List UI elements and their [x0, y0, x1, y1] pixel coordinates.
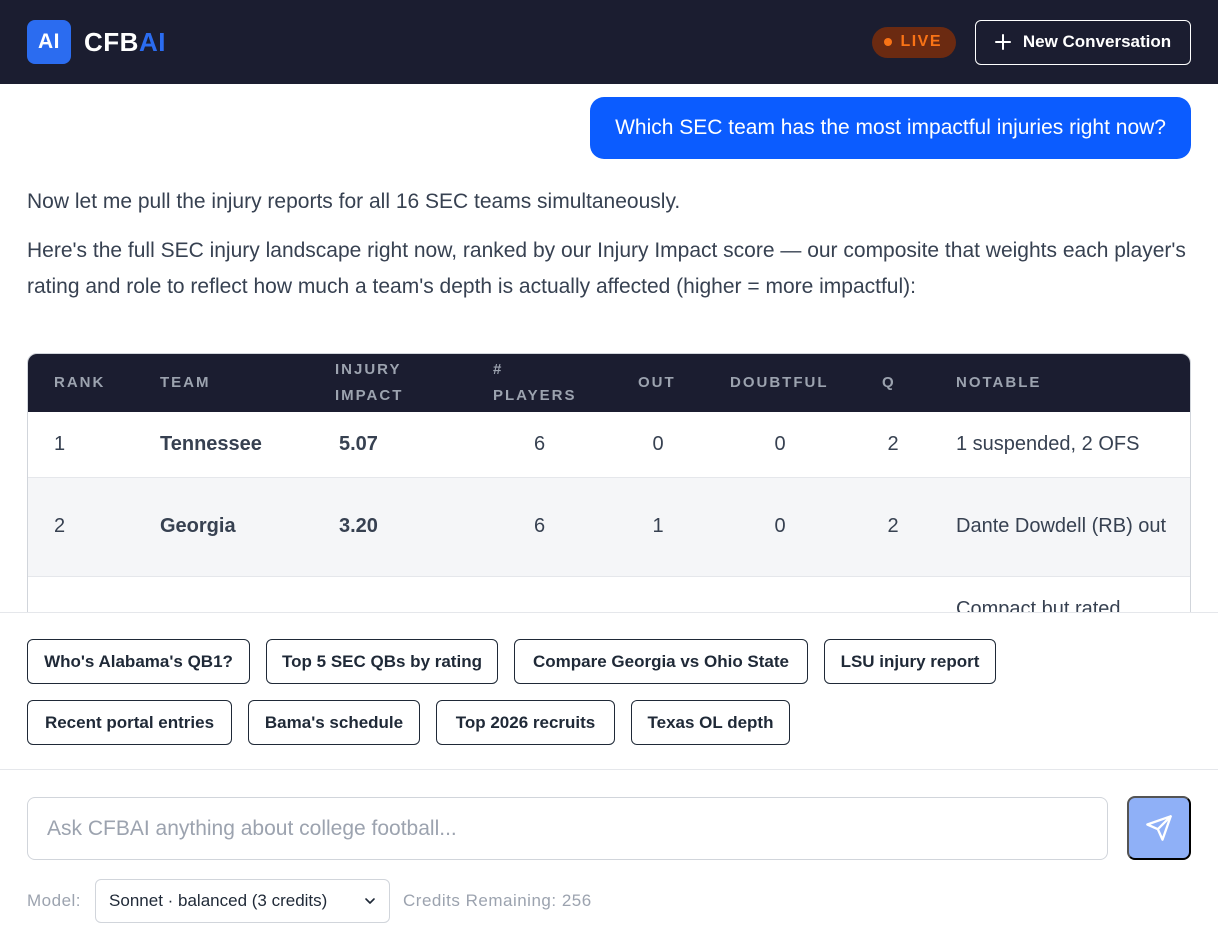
- col-header-injury-impact[interactable]: INJURY IMPACT: [309, 354, 467, 412]
- model-label: Model:: [27, 891, 82, 910]
- col-header-q[interactable]: Q: [856, 354, 930, 412]
- col-header-doubtful[interactable]: DOUBTFUL: [704, 354, 856, 412]
- model-selected-value: Sonnet · balanced (3 credits): [109, 891, 328, 910]
- chat-thread[interactable]: Which SEC team has the most impactful in…: [0, 84, 1218, 612]
- live-dot-icon: [884, 38, 893, 46]
- cell-impact: 5.07: [309, 412, 467, 478]
- brand[interactable]: AI CFBAI: [27, 20, 166, 64]
- col-header-players[interactable]: # PLAYERS: [467, 354, 612, 412]
- cell-rank: 1: [28, 412, 134, 478]
- assistant-detail-text: Here's the full SEC injury landscape rig…: [27, 239, 1186, 298]
- chat-input[interactable]: [47, 816, 1088, 841]
- cell-doubtful: [704, 576, 856, 612]
- table-row: 1 Tennessee 5.07 6 0 0 2 1 suspended, 2 …: [28, 412, 1190, 478]
- cell-notable: Compact but rated: [930, 576, 1190, 612]
- col-header-notable[interactable]: NOTABLE: [930, 354, 1190, 412]
- live-badge: LIVE: [872, 26, 956, 58]
- live-label: LIVE: [900, 33, 942, 50]
- cell-q: [856, 576, 930, 612]
- cell-q: 2: [856, 477, 930, 577]
- col-header-rank[interactable]: RANK: [28, 354, 134, 412]
- cell-impact: 3.20: [309, 477, 467, 577]
- send-button[interactable]: [1127, 796, 1191, 860]
- cell-doubtful: 0: [704, 477, 856, 577]
- cell-notable: Dante Dowdell (RB) out: [930, 477, 1190, 577]
- cell-rank: 2: [28, 477, 134, 577]
- chevron-down-icon: [365, 898, 375, 904]
- credits-remaining: Credits Remaining: 256: [403, 891, 592, 910]
- col-header-impact-line1: INJURY: [335, 361, 402, 378]
- cell-team: [134, 576, 309, 612]
- model-select[interactable]: Sonnet · balanced (3 credits): [95, 879, 391, 923]
- suggestion-chip[interactable]: LSU injury report: [824, 639, 996, 684]
- cell-notable: 1 suspended, 2 OFS: [930, 412, 1190, 478]
- suggestion-chip[interactable]: Top 5 SEC QBs by rating: [266, 639, 498, 684]
- cell-team: Tennessee: [134, 412, 309, 478]
- cell-players: [467, 576, 612, 612]
- composer-footer: Model: Sonnet · balanced (3 credits) Cre…: [27, 879, 592, 923]
- assistant-intro-text: Now let me pull the injury reports for a…: [27, 190, 681, 213]
- col-header-impact-line2: IMPACT: [335, 387, 404, 404]
- col-header-players-line1: #: [493, 361, 504, 378]
- cell-out: 0: [612, 412, 704, 478]
- col-header-out[interactable]: OUT: [612, 354, 704, 412]
- header-actions: LIVE New Conversation: [872, 19, 1191, 65]
- col-header-team[interactable]: TEAM: [134, 354, 309, 412]
- suggestion-chips: Who's Alabama's QB1? Top 5 SEC QBs by ra…: [0, 612, 1218, 770]
- brand-name: CFBAI: [84, 27, 166, 58]
- new-conversation-button[interactable]: New Conversation: [975, 19, 1191, 65]
- cell-impact: [309, 576, 467, 612]
- table-row: Compact but rated: [28, 576, 1190, 612]
- suggestion-chip[interactable]: Bama's schedule: [248, 700, 420, 745]
- brand-name-accent: AI: [138, 26, 166, 57]
- new-conversation-label: New Conversation: [1022, 32, 1172, 51]
- cell-doubtful: 0: [704, 412, 856, 478]
- chat-input-container: [27, 797, 1108, 860]
- send-icon: [1146, 815, 1172, 841]
- user-message-bubble: Which SEC team has the most impactful in…: [590, 97, 1191, 159]
- suggestion-chip[interactable]: Recent portal entries: [27, 700, 232, 745]
- suggestion-chip[interactable]: Compare Georgia vs Ohio State: [514, 639, 808, 684]
- cell-out: 1: [612, 477, 704, 577]
- cell-out: [612, 576, 704, 612]
- table-header-row: RANK TEAM INJURY IMPACT # PLAYERS OUT DOUB…: [28, 354, 1190, 412]
- brand-name-main: CFB: [84, 26, 139, 57]
- col-header-players-line2: PLAYERS: [493, 387, 577, 404]
- table-row: 2 Georgia 3.20 6 1 0 2 Dante Dowdell (RB…: [28, 477, 1190, 577]
- suggestion-chip[interactable]: Texas OL depth: [631, 700, 790, 745]
- cell-team: Georgia: [134, 477, 309, 577]
- plus-icon: [994, 34, 1011, 50]
- logo-icon: AI: [27, 20, 71, 64]
- injury-table: RANK TEAM INJURY IMPACT # PLAYERS OUT DOUB…: [27, 353, 1191, 612]
- top-header: AI CFBAI LIVE New Conversation: [0, 0, 1218, 84]
- suggestion-chip[interactable]: Top 2026 recruits: [436, 700, 615, 745]
- cell-q: 2: [856, 412, 930, 478]
- cell-players: 6: [467, 412, 612, 478]
- cell-players: 6: [467, 477, 612, 577]
- cell-rank: [28, 576, 134, 612]
- suggestion-chip[interactable]: Who's Alabama's QB1?: [27, 639, 250, 684]
